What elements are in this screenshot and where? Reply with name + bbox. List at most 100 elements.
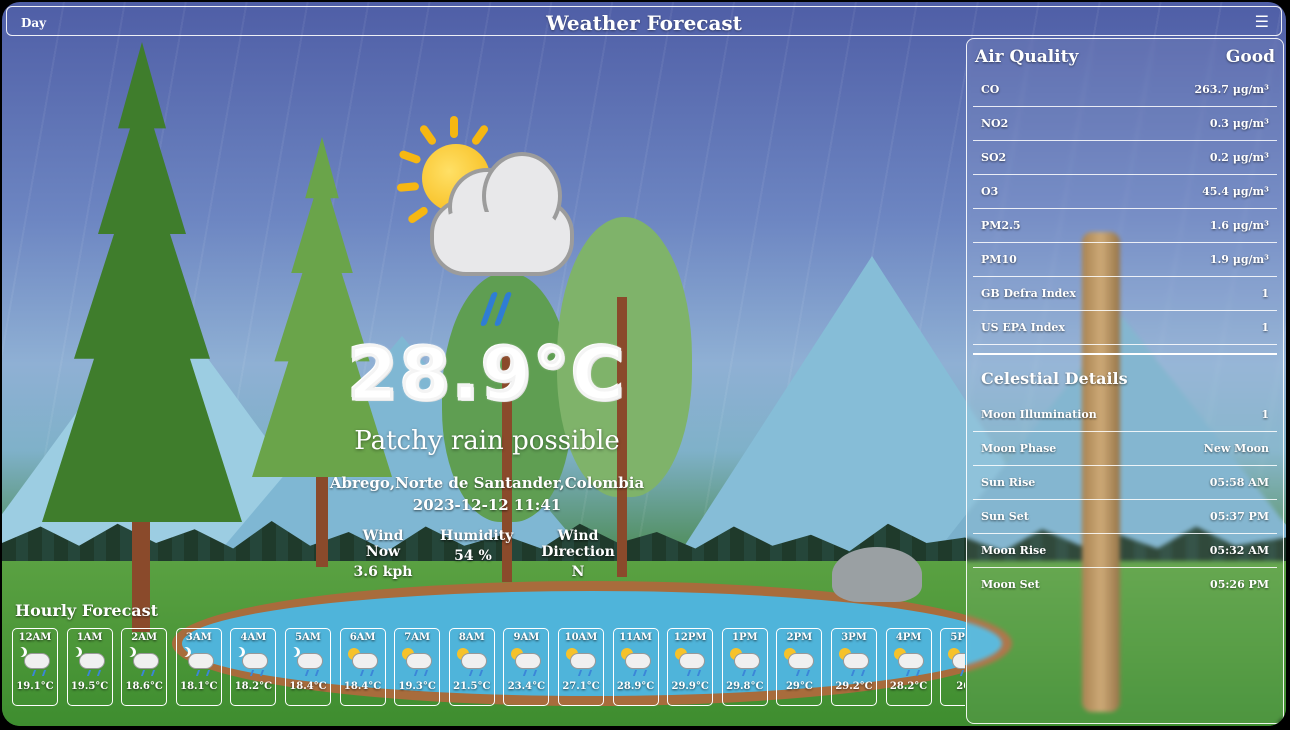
hourly-card[interactable]: 3AM 18.1°C [175, 628, 222, 706]
app-frame: Day Weather Forecast ☰ 28.9°C Patchy rai… [2, 2, 1286, 726]
hour-label: 11AM [619, 632, 652, 643]
sun-cloud-rain-icon [668, 643, 712, 681]
hourly-card[interactable]: 1PM 29.8°C [721, 628, 768, 706]
hourly-forecast-strip[interactable]: 12AM 19.1°C 1AM 19.5°C 2AM 18.6°C 3AM 18.1°C 4AM… [12, 628, 965, 712]
hour-temperature: 28.2°C [889, 681, 928, 692]
row-label: SO2 [981, 151, 1007, 164]
row-value: 1.6 μg/m³ [1209, 219, 1269, 232]
celestial-list: Moon Illumination 1 Moon Phase New Moon Su… [973, 398, 1277, 601]
hour-label: 4PM [895, 632, 922, 643]
hourly-card[interactable]: 1AM 19.5°C [66, 628, 113, 706]
header-bar: Day Weather Forecast ☰ [6, 6, 1282, 36]
hour-label: 2AM [131, 632, 158, 643]
hourly-card[interactable]: 9AM 23.4°C [503, 628, 550, 706]
list-item: SO2 0.2 μg/m³ [973, 141, 1277, 175]
row-label: Moon Rise [981, 544, 1047, 557]
sun-cloud-rain-icon [832, 643, 876, 681]
list-item: Moon Rise 05:32 AM [973, 534, 1277, 568]
hourly-card[interactable]: 4PM 28.2°C [885, 628, 932, 706]
list-item: PM10 1.9 μg/m³ [973, 243, 1277, 277]
hour-temperature: 26 [956, 681, 965, 692]
row-value: 45.4 μg/m³ [1202, 185, 1269, 198]
hourly-card[interactable]: 12PM 29.9°C [667, 628, 714, 706]
row-label: Moon Phase [981, 442, 1057, 455]
hour-temperature: 19.1°C [16, 681, 54, 692]
hourly-card[interactable]: 6AM 18.4°C [339, 628, 386, 706]
list-item: NO2 0.3 μg/m³ [973, 107, 1277, 141]
hourly-card[interactable]: 10AM 27.1°C [558, 628, 604, 706]
hour-temperature: 21.5°C [453, 681, 491, 692]
air-quality-status: Good [1225, 47, 1275, 67]
list-item: CO 263.7 μg/m³ [973, 73, 1277, 107]
hour-label: 3PM [841, 632, 867, 643]
hour-temperature: 29.9°C [671, 681, 709, 692]
hour-label: 8AM [458, 632, 485, 643]
hour-label: 4AM [240, 632, 267, 643]
sun-cloud-rain-icon [614, 643, 658, 681]
row-label: NO2 [981, 117, 1009, 130]
hour-label: 7AM [404, 632, 431, 643]
location-label: Abrego,Norte de Santander,Colombia [329, 474, 645, 492]
hourly-card[interactable]: 2AM 18.6°C [121, 628, 168, 706]
row-value: 0.2 μg/m³ [1209, 151, 1269, 164]
row-label: PM10 [981, 253, 1017, 266]
hour-temperature: 23.4°C [507, 681, 546, 692]
hour-temperature: 29°C [785, 681, 813, 692]
list-item: Moon Illumination 1 [973, 398, 1277, 432]
row-value: 1.9 μg/m³ [1209, 253, 1269, 266]
hour-label: 1PM [732, 632, 758, 643]
stat-value: N [571, 564, 585, 580]
sun-cloud-rain-icon [777, 643, 821, 681]
pine-tree [42, 42, 242, 632]
datetime-label: 2023-12-12 11:41 [412, 496, 562, 514]
hour-temperature: 18.2°C [234, 681, 273, 692]
row-value: 1 [1261, 408, 1269, 421]
hourly-card[interactable]: 8AM 21.5°C [448, 628, 495, 706]
stat-value: 3.6 kph [353, 564, 413, 580]
row-label: Sun Set [981, 510, 1029, 523]
moon-cloud-rain-icon [231, 643, 275, 681]
list-item: Moon Phase New Moon [973, 432, 1277, 466]
row-label: GB Defra Index [981, 287, 1076, 300]
row-label: Moon Set [981, 578, 1040, 591]
hour-label: 10AM [564, 632, 598, 643]
air-quality-title: Air Quality [975, 47, 1079, 67]
hourly-card[interactable]: 11AM 28.9°C [612, 628, 659, 706]
hour-temperature: 27.1°C [562, 681, 600, 692]
row-value: 263.7 μg/m³ [1194, 83, 1270, 96]
sun-cloud-rain-icon [941, 643, 965, 681]
sun-cloud-rain-icon [559, 643, 603, 681]
row-value: 05:32 AM [1209, 544, 1269, 557]
current-temperature: 28.9°C [346, 331, 627, 418]
hourly-card[interactable]: 4AM 18.2°C [230, 628, 277, 706]
hour-label: 5PM [950, 632, 965, 643]
moon-cloud-rain-icon [122, 643, 166, 681]
hourly-card[interactable]: 5PM 26 [940, 628, 965, 706]
hourly-card[interactable]: 5AM 18.4°C [285, 628, 331, 706]
sun-cloud-rain-icon [341, 643, 385, 681]
stat-value: 54 % [454, 548, 492, 564]
hour-label: 9AM [513, 632, 540, 643]
list-item: Sun Rise 05:58 AM [973, 466, 1277, 500]
list-item: Sun Set 05:37 PM [973, 500, 1277, 534]
hamburger-menu-icon[interactable]: ☰ [1255, 12, 1269, 31]
rock [832, 547, 922, 602]
hour-label: 5AM [295, 632, 321, 643]
hourly-card[interactable]: 12AM 19.1°C [12, 628, 58, 706]
row-label: Sun Rise [981, 476, 1036, 489]
row-value: 05:26 PM [1210, 578, 1269, 591]
sun-cloud-rain-icon [450, 643, 494, 681]
hour-temperature: 18.1°C [180, 681, 218, 692]
celestial-title: Celestial Details [981, 369, 1128, 388]
hourly-card[interactable]: 3PM 29.2°C [831, 628, 877, 706]
hourly-forecast-title: Hourly Forecast [15, 601, 159, 620]
hourly-card[interactable]: 7AM 19.3°C [394, 628, 441, 706]
row-value: 1 [1261, 321, 1269, 334]
rain-icon [476, 292, 516, 328]
wind-now-stat: Wind Now 3.6 kph [346, 528, 420, 584]
hour-label: 12AM [18, 632, 52, 643]
row-value: New Moon [1203, 442, 1269, 455]
moon-cloud-rain-icon [13, 643, 57, 681]
row-label: PM2.5 [981, 219, 1021, 232]
hourly-card[interactable]: 2PM 29°C [776, 628, 823, 706]
